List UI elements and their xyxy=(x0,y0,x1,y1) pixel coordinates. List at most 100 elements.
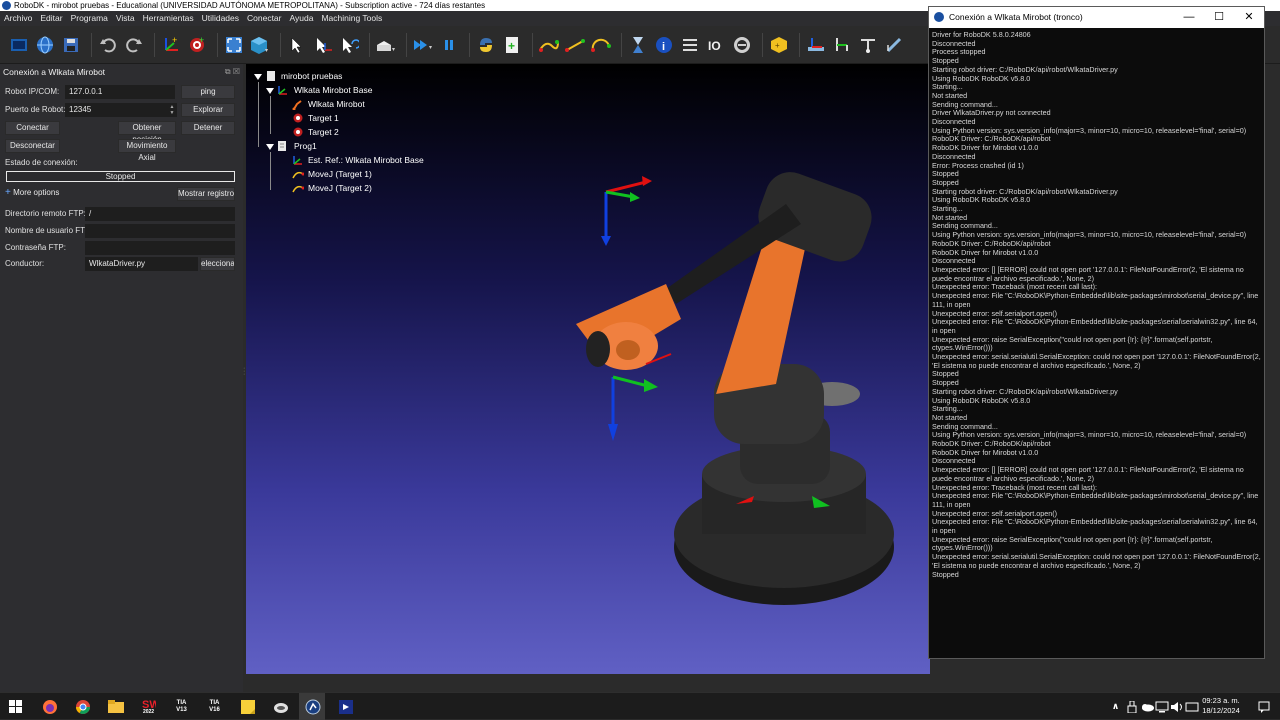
robodk-icon[interactable] xyxy=(304,698,321,715)
select-icon[interactable] xyxy=(286,34,308,56)
ftp-dir-label: Directorio remoto FTP: xyxy=(5,209,86,218)
add-target-icon[interactable]: + xyxy=(186,34,208,56)
windows-start-icon[interactable] xyxy=(7,698,24,715)
wait-icon[interactable] xyxy=(627,34,649,56)
io-icon[interactable]: IO xyxy=(705,34,727,56)
log-line: Unexpected error: File "C:\RoboDK\Python… xyxy=(932,317,1260,335)
action-row-1: Conectar Obtener posición Detener xyxy=(0,120,243,144)
log-window-title-bar[interactable]: Conexión a Wlkata Mirobot (tronco) — ☐ ✕ xyxy=(929,7,1264,28)
toolbar-separator xyxy=(799,32,800,57)
close-icon[interactable]: ✕ xyxy=(1234,7,1264,28)
stop-button[interactable]: Detener xyxy=(181,121,235,135)
svg-text:+: + xyxy=(172,35,177,45)
ik-icon[interactable]: + xyxy=(768,34,790,56)
menu-conectar[interactable]: Conectar xyxy=(247,11,282,26)
connection-status-box: Stopped xyxy=(6,171,235,182)
menu-vista[interactable]: Vista xyxy=(116,11,135,26)
window-title: RoboDK - mirobot pruebas - Educational (… xyxy=(14,1,486,10)
run-program-icon[interactable]: ▾ xyxy=(412,34,434,56)
log-line: RoboDK Driver for Mirobot v1.0.0 xyxy=(932,247,1039,257)
pause-icon[interactable] xyxy=(438,34,460,56)
ftp-user-input[interactable] xyxy=(85,224,235,238)
log-line: Starting... xyxy=(932,82,963,92)
target1-axis-y xyxy=(605,190,635,199)
window-controls: — ☐ ✕ xyxy=(1174,7,1264,28)
file-explorer-icon[interactable] xyxy=(107,698,124,715)
robot-port-input[interactable]: 12345 ▲ ▼ xyxy=(65,103,177,117)
add-reference-frame-icon[interactable]: + xyxy=(160,34,182,56)
target-frame-icon[interactable] xyxy=(857,34,879,56)
robot-connection-panel: Conexión a Wlkata Mirobot ⧉ ☒ Robot IP/C… xyxy=(0,64,243,692)
log-line: RoboDK Driver for Mirobot v1.0.0 xyxy=(932,447,1039,457)
undo-icon[interactable] xyxy=(97,34,119,56)
menu-ayuda[interactable]: Ayuda xyxy=(290,11,314,26)
sticky-notes-icon[interactable] xyxy=(239,698,256,715)
minimize-icon[interactable]: — xyxy=(1174,7,1204,28)
log-line: Unexpected error: raise SerialException(… xyxy=(932,334,1215,353)
explore-button[interactable]: Explorar xyxy=(181,103,235,117)
add-object-icon[interactable]: ▾ xyxy=(375,34,397,56)
program-call-icon[interactable] xyxy=(731,34,753,56)
movel-icon[interactable] xyxy=(564,34,586,56)
open-globe-icon[interactable] xyxy=(34,34,56,56)
log-line: Stopped xyxy=(932,369,959,379)
log-line: Error: Process crashed (id 1) xyxy=(932,160,1024,170)
log-text-area[interactable]: Driver for RoboDK 5.8.0.24806 Disconnecte… xyxy=(929,28,1264,658)
ping-button[interactable]: ping xyxy=(181,85,235,99)
ruler-icon[interactable] xyxy=(883,34,905,56)
fit-all-icon[interactable] xyxy=(223,34,245,56)
taskbar-clock[interactable]: 09:23 a. m. 18/12/2024 xyxy=(1196,696,1246,716)
chevron-up-icon[interactable]: ∧ xyxy=(1107,698,1124,715)
menu-herramientas[interactable]: Herramientas xyxy=(143,11,194,26)
show-log-button[interactable]: Mostrar registro xyxy=(177,187,235,201)
disconnect-button[interactable]: Desconectar xyxy=(5,139,60,153)
connect-button[interactable]: Conectar xyxy=(5,121,60,135)
add-program-icon[interactable]: + xyxy=(501,34,523,56)
menu-editar[interactable]: Editar xyxy=(40,11,62,26)
menu-archivo[interactable]: Archivo xyxy=(4,11,32,26)
axial-move-button[interactable]: Movimiento Axial xyxy=(118,139,176,162)
menu-machining-tools[interactable]: Machining Tools xyxy=(321,11,382,26)
tool-frame-icon[interactable] xyxy=(831,34,853,56)
robot-ip-input[interactable]: 127.0.0.1 xyxy=(65,85,175,99)
tia-label: TIA xyxy=(209,699,220,706)
solidworks-icon[interactable]: SW 2022 xyxy=(140,698,157,715)
chrome-icon[interactable] xyxy=(74,698,91,715)
list-icon[interactable] xyxy=(679,34,701,56)
save-icon[interactable] xyxy=(60,34,82,56)
view-cube-icon[interactable]: ▾ xyxy=(249,34,271,56)
robot-3d-model[interactable] xyxy=(246,64,930,674)
firefox-icon[interactable] xyxy=(41,698,58,715)
toolbar-separator xyxy=(406,32,407,57)
notifications-icon[interactable] xyxy=(1255,698,1272,715)
ref-frame-icon[interactable] xyxy=(805,34,827,56)
redo-icon[interactable] xyxy=(123,34,145,56)
move-tool-icon[interactable] xyxy=(338,34,360,56)
tia-version-v13: V13 xyxy=(176,706,187,713)
more-options-button[interactable]: + More options xyxy=(5,187,67,201)
panel-float-close-icon[interactable]: ⧉ ☒ xyxy=(225,64,240,80)
menu-utilidades[interactable]: Utilidades xyxy=(202,11,239,26)
move-reference-icon[interactable] xyxy=(312,34,334,56)
app-icon[interactable] xyxy=(272,698,289,715)
port-spinner-icon[interactable]: ▲ ▼ xyxy=(168,104,176,116)
new-station-icon[interactable] xyxy=(8,34,30,56)
svg-text:▾: ▾ xyxy=(429,45,432,51)
ftp-pass-input[interactable] xyxy=(85,241,235,255)
visual-studio-icon[interactable] xyxy=(337,698,354,715)
tia-label: TIA xyxy=(176,699,187,706)
select-driver-button[interactable]: eleccionar xyxy=(200,257,235,271)
tia-portal-v13-icon[interactable]: TIA V13 xyxy=(173,698,190,715)
info-icon[interactable]: i xyxy=(653,34,675,56)
movej-icon[interactable] xyxy=(538,34,560,56)
3d-viewport[interactable]: mirobot pruebas Wlkata Mirobot Base Wlka… xyxy=(246,64,930,674)
driver-input[interactable]: WlkataDriver.py xyxy=(85,257,198,271)
menu-programa[interactable]: Programa xyxy=(71,11,108,26)
get-position-button[interactable]: Obtener posición xyxy=(118,121,176,144)
ftp-dir-input[interactable]: / xyxy=(85,207,235,221)
movec-icon[interactable] xyxy=(590,34,612,56)
toolbar-separator xyxy=(91,32,92,57)
tia-portal-v16-icon[interactable]: TIA V16 xyxy=(206,698,223,715)
python-icon[interactable] xyxy=(475,34,497,56)
maximize-icon[interactable]: ☐ xyxy=(1204,7,1234,28)
